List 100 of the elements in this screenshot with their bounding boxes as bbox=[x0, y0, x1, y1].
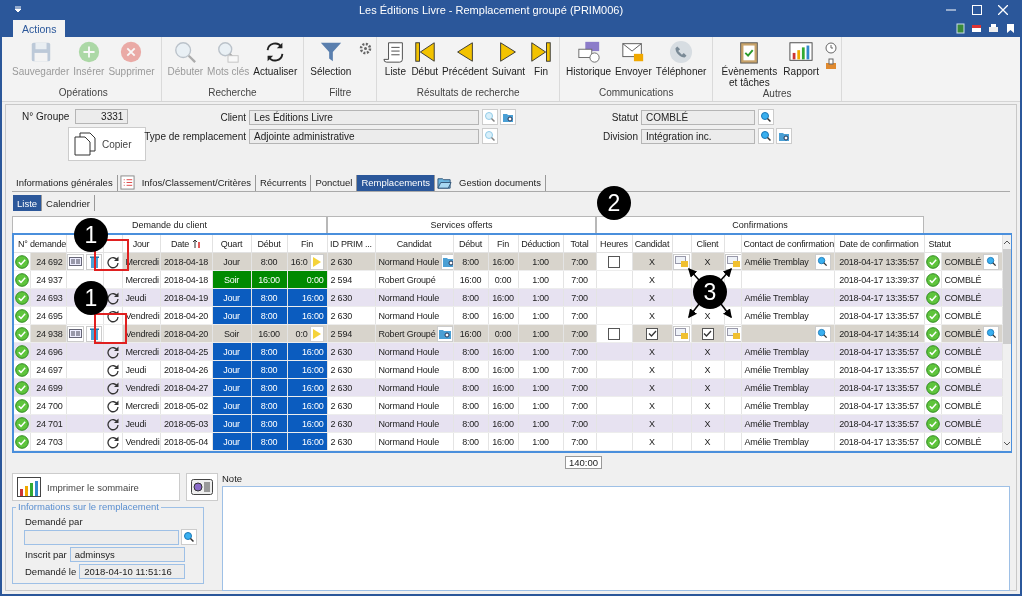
table-row[interactable]: 24 701 Jeudi 2018-05-03 Jour 8:00 16:00 2 630 Normand Houle 8:00 16:00 1:00 7:00 X X Amélie Tremblay 2018-04-17 13:35:57 COMBLÉ bbox=[14, 414, 1003, 433]
checkbox[interactable] bbox=[701, 327, 714, 340]
ribbon-button[interactable]: Fin bbox=[527, 40, 556, 77]
maximize-icon[interactable] bbox=[972, 5, 982, 15]
ribbon-button[interactable]: Envoyer bbox=[613, 40, 654, 77]
table-row[interactable]: 24 695 Vendredi 2018-04-20 Jour 8:00 16:00 2 630 Normand Houle 8:00 16:00 1:00 7:00 X X Amélie Tremblay 2018-04-17 13:35:57 COMBLÉ bbox=[14, 306, 1003, 325]
table-row[interactable]: 24 696 Mercredi 2018-04-25 Jour 8:00 16:00 2 630 Normand Houle 8:00 16:00 1:00 7:00 X X Amélie Tremblay 2018-04-17 13:35:57 COMBLÉ bbox=[14, 342, 1003, 361]
requested-by-field[interactable] bbox=[24, 529, 180, 545]
column-header[interactable]: Client bbox=[691, 235, 724, 253]
folder-search-button[interactable] bbox=[776, 128, 792, 144]
column-header[interactable]: Candidat bbox=[632, 235, 672, 253]
card-button[interactable] bbox=[67, 325, 84, 342]
ribbon-tab[interactable]: Actions bbox=[13, 20, 66, 37]
ribbon-button[interactable]: Rapport bbox=[781, 40, 821, 77]
column-header[interactable]: Fin bbox=[287, 235, 327, 253]
tab[interactable]: Gestion documents bbox=[455, 174, 546, 191]
status-field[interactable]: COMBLÉ bbox=[641, 109, 755, 125]
print-summary-button[interactable]: Imprimer le sommaire bbox=[12, 473, 180, 501]
clock-icon[interactable] bbox=[824, 42, 837, 54]
column-header[interactable]: Total bbox=[563, 235, 596, 253]
copy-button[interactable]: Copier bbox=[68, 127, 146, 161]
search-button[interactable] bbox=[983, 253, 1000, 270]
column-header[interactable]: Heures bbox=[596, 235, 632, 253]
group-number-field[interactable]: 3331 bbox=[75, 109, 129, 124]
ribbon-button[interactable]: Début bbox=[409, 40, 441, 77]
column-header[interactable]: ID PRIM ... bbox=[327, 235, 375, 253]
contact-card-button[interactable] bbox=[186, 473, 218, 501]
ribbon-button[interactable]: Téléphoner bbox=[653, 40, 709, 77]
column-header[interactable]: Quart bbox=[212, 235, 251, 253]
ribbon-button[interactable]: Suivant bbox=[489, 40, 528, 77]
tab[interactable]: Informations générales bbox=[12, 174, 118, 191]
entered-by-field[interactable]: adminsys bbox=[69, 547, 185, 562]
column-header[interactable]: Contact de confirmation bbox=[741, 235, 834, 253]
table-row[interactable]: 24 699 Vendredi 2018-04-27 Jour 8:00 16:00 2 630 Normand Houle 8:00 16:00 1:00 7:00 X X Amélie Tremblay 2018-04-17 13:35:57 COMBLÉ bbox=[14, 378, 1003, 397]
search-button[interactable] bbox=[758, 128, 774, 144]
refresh-icon[interactable] bbox=[105, 434, 120, 449]
replacement-type-field[interactable]: Adjointe administrative bbox=[249, 128, 479, 144]
refresh-icon[interactable] bbox=[105, 380, 120, 395]
bookmark-icon[interactable] bbox=[1005, 23, 1016, 34]
column-header[interactable]: Statut bbox=[924, 235, 1003, 253]
table-cell: Robert Groupé bbox=[378, 328, 436, 339]
folder-search-button[interactable] bbox=[500, 109, 516, 125]
inbox-icon[interactable] bbox=[824, 58, 837, 70]
requested-on-field[interactable]: 2018-04-10 11:51:16 bbox=[79, 564, 185, 579]
table-row[interactable]: 24 700 Mercredi 2018-05-02 Jour 8:00 16:00 2 630 Normand Houle 8:00 16:00 1:00 7:00 X X Amélie Tremblay 2018-04-17 13:35:57 COMBLÉ bbox=[14, 396, 1003, 415]
tab[interactable]: Liste bbox=[13, 195, 43, 211]
folder-search-button[interactable] bbox=[437, 325, 452, 342]
refresh-icon[interactable] bbox=[105, 344, 120, 359]
column-header[interactable]: Déduction bbox=[518, 235, 563, 253]
checkbox[interactable] bbox=[608, 327, 620, 340]
note-field[interactable] bbox=[222, 486, 1010, 591]
division-field[interactable]: Intégration inc. bbox=[641, 128, 755, 144]
folder-icon bbox=[502, 111, 514, 123]
scroll-up-icon[interactable] bbox=[1002, 239, 1011, 245]
scroll-down-icon[interactable] bbox=[1002, 441, 1011, 447]
scrollbar[interactable] bbox=[1002, 235, 1011, 451]
search-button[interactable] bbox=[983, 325, 1000, 342]
ribbon-button[interactable]: Sélection bbox=[308, 40, 354, 77]
refresh-icon[interactable] bbox=[105, 308, 120, 323]
client-field[interactable]: Les Éditions Livre bbox=[249, 109, 479, 125]
gear-icon[interactable] bbox=[359, 42, 373, 55]
column-header[interactable]: Début bbox=[251, 235, 287, 253]
ribbon-button[interactable]: Liste bbox=[381, 40, 410, 77]
table-row[interactable]: 24 697 Jeudi 2018-04-26 Jour 8:00 16:00 2 630 Normand Houle 8:00 16:00 1:00 7:00 X X Amélie Tremblay 2018-04-17 13:35:57 COMBLÉ bbox=[14, 360, 1003, 379]
column-header[interactable]: Candidat bbox=[375, 235, 453, 253]
table-row[interactable]: 24 938 Vendredi 2018-04-20 Soir 16:00 0:0 2 594 Robert Groupé 16:00 0:00 1:00 7:00 2018-04-17 14:35:14 COMBLÉ bbox=[14, 324, 1003, 343]
search-button[interactable] bbox=[758, 109, 774, 125]
refresh-icon[interactable] bbox=[105, 254, 120, 269]
column-header[interactable]: Fin bbox=[488, 235, 518, 253]
flag-icon[interactable] bbox=[971, 23, 982, 34]
checkbox[interactable] bbox=[646, 327, 658, 340]
refresh-icon[interactable] bbox=[105, 416, 120, 431]
tab[interactable]: Remplacements bbox=[357, 174, 436, 191]
refresh-icon[interactable] bbox=[105, 398, 120, 413]
search-button[interactable] bbox=[814, 325, 831, 342]
card-button[interactable] bbox=[67, 253, 84, 270]
folder-search-button[interactable] bbox=[440, 253, 452, 270]
column-header[interactable]: Date bbox=[160, 235, 212, 253]
checkbox[interactable] bbox=[608, 255, 620, 268]
ribbon-button[interactable]: Précédent bbox=[440, 40, 490, 77]
printer-icon[interactable] bbox=[988, 23, 999, 34]
tab[interactable]: Infos/Classement/Critères bbox=[137, 174, 256, 191]
table-row[interactable]: 24 703 Vendredi 2018-05-04 Jour 8:00 16:00 2 630 Normand Houle 8:00 16:00 1:00 7:00 X X Amélie Tremblay 2018-04-17 13:35:57 COMBLÉ bbox=[14, 432, 1003, 451]
envelope-button[interactable] bbox=[673, 325, 690, 342]
refresh-icon[interactable] bbox=[105, 362, 120, 377]
column-header[interactable]: N° demande bbox=[14, 235, 66, 253]
tab[interactable]: Récurrents bbox=[255, 174, 312, 191]
ribbon-button[interactable]: Actualiser bbox=[251, 40, 300, 77]
close-icon[interactable] bbox=[998, 5, 1008, 15]
quick-access-icon[interactable] bbox=[14, 6, 22, 14]
ribbon-button[interactable]: Historique bbox=[564, 40, 614, 77]
column-header[interactable]: Date de confirmation bbox=[834, 235, 924, 253]
envelope-button[interactable] bbox=[673, 253, 690, 270]
ribbon-button[interactable]: Évènements et tâches bbox=[717, 40, 782, 88]
search-button[interactable] bbox=[814, 253, 831, 270]
battery-icon[interactable] bbox=[956, 23, 965, 34]
search-button[interactable] bbox=[181, 529, 197, 545]
refresh-icon[interactable] bbox=[105, 290, 120, 305]
column-header[interactable]: Début bbox=[453, 235, 488, 253]
arrow bbox=[720, 303, 732, 319]
